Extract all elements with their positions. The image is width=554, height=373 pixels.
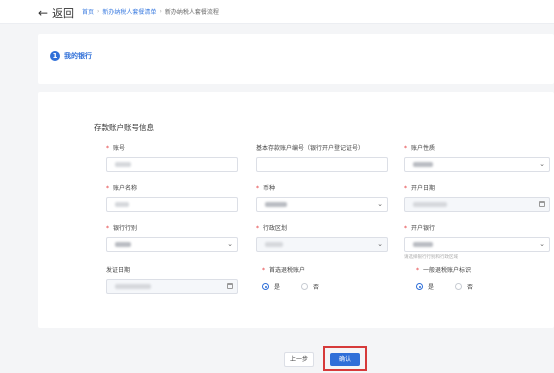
basic-account-no-input[interactable]	[256, 157, 388, 172]
issue-date-label: 发证日期	[106, 267, 131, 274]
prev-step-button[interactable]: 上一步	[284, 352, 314, 367]
step-card: 1 我的银行	[38, 34, 554, 84]
general-refund-yes-radio[interactable]	[416, 283, 423, 290]
chevron-down-icon: ⌄	[539, 240, 545, 248]
breadcrumb-separator-icon: ›	[159, 8, 162, 15]
account-no-input[interactable]	[106, 157, 238, 172]
currency-select[interactable]: ⌄	[256, 197, 388, 212]
chevron-down-icon: ⌄	[539, 160, 545, 168]
general-refund-yes-label: 是	[428, 284, 435, 291]
account-name-label: 账户名称	[113, 185, 138, 192]
general-refund-no-label: 否	[467, 284, 474, 291]
bank-category-select[interactable]: ⌄	[106, 237, 238, 252]
field-account-name: * 账户名称	[106, 184, 238, 212]
field-general-refund: * 一般退税账户标识 是 否	[416, 267, 474, 291]
open-bank-hint: 请选择银行行别和行政区域	[404, 255, 458, 260]
general-refund-label: 一般退税账户标识	[423, 267, 472, 274]
general-refund-radio-group: 是 否	[416, 282, 473, 291]
footer-actions: 上一步 确认	[0, 336, 554, 373]
back-label: 返回	[52, 7, 75, 20]
open-date-label: 开户日期	[411, 185, 436, 192]
account-name-input[interactable]	[106, 197, 238, 212]
preferred-refund-radio-group: 是 否	[262, 282, 319, 291]
field-bank-category: * 银行行别 ⌄	[106, 224, 238, 252]
step-number-badge: 1	[50, 51, 60, 61]
back-arrow-icon: ←	[38, 6, 49, 20]
top-bar: ← 返回 首页 › 新办纳税人套餐清单 › 新办纳税人套餐流程	[0, 0, 554, 24]
breadcrumb-package-list[interactable]: 新办纳税人套餐清单	[102, 7, 156, 16]
open-date-picker[interactable]	[404, 197, 550, 212]
field-account-no: * 账号	[106, 144, 238, 172]
field-basic-account-no: 基本存款账户编号（银行开户登记证号）	[256, 144, 388, 172]
preferred-refund-no-label: 否	[313, 284, 320, 291]
bank-category-label: 银行行别	[113, 225, 138, 232]
preferred-refund-no-radio[interactable]	[301, 283, 309, 290]
chevron-down-icon: ⌄	[227, 240, 233, 248]
field-issue-date: 发证日期	[106, 266, 238, 294]
preferred-refund-yes-label: 是	[274, 284, 281, 291]
preferred-refund-yes-radio[interactable]	[262, 283, 269, 290]
issue-date-picker[interactable]	[106, 279, 238, 294]
back-button[interactable]: ← 返回	[38, 5, 74, 21]
open-bank-label: 开户银行	[411, 225, 436, 232]
breadcrumb-separator-icon: ›	[97, 8, 100, 15]
account-type-select[interactable]: ⌄	[404, 157, 550, 172]
breadcrumb-home[interactable]: 首页	[82, 7, 94, 16]
step-title: 我的银行	[64, 52, 92, 60]
basic-account-no-label: 基本存款账户编号（银行开户登记证号）	[256, 145, 365, 152]
general-refund-no-radio[interactable]	[455, 283, 463, 290]
calendar-icon	[539, 201, 545, 207]
admin-region-label: 行政区划	[263, 225, 288, 232]
field-preferred-refund: * 首选退税账户 是 否	[262, 267, 320, 291]
field-open-date: * 开户日期	[404, 184, 550, 212]
field-account-type: * 账户性质 ⌄	[404, 144, 550, 172]
preferred-refund-label: 首选退税账户	[269, 267, 306, 274]
field-open-bank: * 开户银行 ⌄ 请选择银行行别和行政区域	[404, 224, 550, 260]
calendar-icon	[227, 283, 233, 289]
field-currency: * 币种 ⌄	[256, 184, 388, 212]
chevron-down-icon: ⌄	[377, 200, 383, 208]
admin-region-select[interactable]: ⌄	[256, 237, 388, 252]
breadcrumb-current: 新办纳税人套餐流程	[164, 9, 219, 16]
open-bank-select[interactable]: ⌄	[404, 237, 550, 252]
account-type-label: 账户性质	[411, 145, 436, 152]
field-admin-region: * 行政区划 ⌄	[256, 224, 388, 252]
account-form-card: 存款账户账号信息 * 账号 基本存款账户编号（银行开户登记证号） * 账户性质 ⌄ …	[38, 92, 554, 328]
confirm-button[interactable]: 确认	[330, 353, 360, 366]
account-no-label: 账号	[113, 145, 126, 152]
section-title: 存款账户账号信息	[94, 123, 154, 132]
breadcrumb: 首页 › 新办纳税人套餐清单 › 新办纳税人套餐流程	[82, 7, 219, 16]
confirm-highlight: 确认	[323, 346, 367, 371]
currency-label: 币种	[263, 185, 276, 192]
chevron-down-icon: ⌄	[377, 240, 383, 248]
